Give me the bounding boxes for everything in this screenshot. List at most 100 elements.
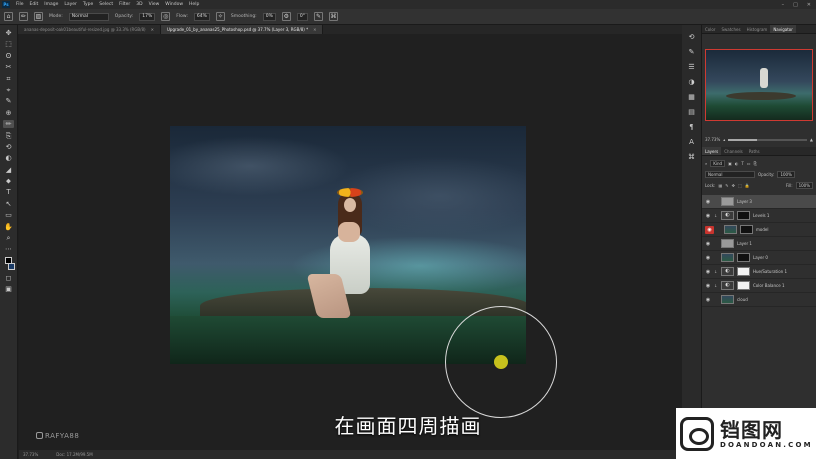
move-tool-icon[interactable]: ✥ xyxy=(3,29,14,37)
visibility-eye-icon[interactable]: ◉ xyxy=(705,255,711,261)
layer-thumbnail[interactable] xyxy=(721,253,734,262)
lock-all-icon[interactable]: 🔒 xyxy=(745,183,750,188)
layer-name[interactable]: Hue/Saturation 1 xyxy=(753,269,787,274)
foreground-color-swatch[interactable] xyxy=(5,256,12,264)
angle-field[interactable]: 0° xyxy=(296,12,308,21)
tab-swatches[interactable]: Swatches xyxy=(718,25,743,33)
close-tab-icon[interactable]: ✕ xyxy=(151,27,154,32)
layer-row[interactable]: ◉ cloud xyxy=(702,293,816,307)
visibility-eye-icon[interactable]: ◉ xyxy=(705,241,711,247)
layer-thumbnail[interactable]: ◐ xyxy=(721,267,734,276)
filter-shape-icon[interactable]: ▭ xyxy=(747,161,751,166)
layer-row[interactable]: ◉ model xyxy=(702,223,816,237)
type-tool-icon[interactable]: T xyxy=(3,188,14,196)
quick-mask-icon[interactable]: ◻ xyxy=(3,274,14,282)
tab-channels[interactable]: Channels xyxy=(721,147,746,155)
character-icon[interactable]: A xyxy=(687,138,696,147)
libraries-icon[interactable]: ▤ xyxy=(687,108,696,117)
styles-icon[interactable]: ▦ xyxy=(687,93,696,102)
minimize-icon[interactable]: – xyxy=(782,2,785,8)
menu-layer[interactable]: Layer xyxy=(61,2,80,7)
shape-tool-icon[interactable]: ▭ xyxy=(3,211,14,219)
airbrush-icon[interactable]: ✧ xyxy=(215,12,225,21)
lock-transparent-icon[interactable]: ▦ xyxy=(718,183,722,188)
tab-histogram[interactable]: Histogram xyxy=(744,25,771,33)
healing-tool-icon[interactable]: ⊕ xyxy=(3,109,14,117)
layer-thumbnail[interactable] xyxy=(721,295,734,304)
filter-smart-icon[interactable]: ⎘ xyxy=(754,161,757,166)
menu-3d[interactable]: 3D xyxy=(133,2,145,7)
glyph-icon[interactable]: ⌘ xyxy=(687,153,696,162)
layer-thumbnail[interactable] xyxy=(721,239,734,248)
layer-name[interactable]: Layer 1 xyxy=(737,241,752,246)
menu-image[interactable]: Image xyxy=(41,2,61,7)
layer-mask-thumbnail[interactable] xyxy=(737,211,750,220)
document-tab[interactable]: ananas-deposit-oak01beautiful-resized.jp… xyxy=(18,25,161,34)
layer-name[interactable]: Levels 1 xyxy=(753,213,769,218)
layer-row[interactable]: ◉ ↓ ◐ Color Balance 1 xyxy=(702,279,816,293)
close-icon[interactable]: ✕ xyxy=(807,2,811,8)
path-select-tool-icon[interactable]: ↖ xyxy=(3,200,14,208)
menu-filter[interactable]: Filter xyxy=(116,2,133,7)
layer-name[interactable]: cloud xyxy=(737,297,748,302)
eraser-tool-icon[interactable]: ◐ xyxy=(3,154,14,162)
layer-name[interactable]: Layer 3 xyxy=(737,199,752,204)
brush-settings-icon[interactable]: ▨ xyxy=(34,12,43,21)
brush-icon[interactable]: ✎ xyxy=(687,48,696,57)
layer-mask-thumbnail[interactable] xyxy=(737,267,750,276)
tab-paths[interactable]: Paths xyxy=(746,147,763,155)
layer-row[interactable]: ◉ ↓ ◐ Levels 1 xyxy=(702,209,816,223)
home-icon[interactable]: ⌂ xyxy=(4,12,13,21)
menu-window[interactable]: Window xyxy=(162,2,186,7)
fill-field[interactable]: 100% xyxy=(795,181,813,189)
layer-opacity-field[interactable]: 100% xyxy=(777,170,795,178)
clone-stamp-tool-icon[interactable]: ⎘ xyxy=(3,132,14,140)
visibility-eye-icon[interactable]: ◉ xyxy=(705,269,711,275)
navigator-preview[interactable] xyxy=(705,49,813,121)
visibility-eye-icon[interactable]: ◉ xyxy=(705,283,711,289)
menu-type[interactable]: Type xyxy=(80,2,96,7)
marquee-tool-icon[interactable]: ⬚ xyxy=(3,40,14,48)
pressure-opacity-icon[interactable]: ◎ xyxy=(161,12,171,21)
brush-preset-icon[interactable]: ✏ xyxy=(19,12,28,21)
adjust-icon[interactable]: ◑ xyxy=(687,78,696,87)
layer-row[interactable]: ◉ ↓ ◐ Hue/Saturation 1 xyxy=(702,265,816,279)
visibility-eye-icon[interactable]: ◉ xyxy=(705,199,711,205)
visibility-eye-icon[interactable]: ◉ xyxy=(705,297,711,303)
blend-mode-select[interactable]: Normal xyxy=(705,170,755,178)
gear-icon[interactable]: ⚙ xyxy=(281,12,291,21)
pressure-size-icon[interactable]: ✎ xyxy=(313,12,323,21)
filter-type-icon[interactable]: T xyxy=(741,161,743,166)
symmetry-icon[interactable]: ⌘ xyxy=(328,12,338,21)
status-zoom[interactable]: 37.73% xyxy=(23,452,38,457)
menu-help[interactable]: Help xyxy=(186,2,202,7)
zoom-in-icon[interactable]: ▲ xyxy=(810,137,813,142)
close-tab-icon[interactable]: ✕ xyxy=(313,27,316,32)
lock-position-icon[interactable]: ✥ xyxy=(732,183,735,188)
layer-thumbnail[interactable] xyxy=(721,197,734,206)
background-color-swatch[interactable] xyxy=(8,263,15,271)
layer-mask-thumbnail[interactable] xyxy=(737,253,750,262)
history-brush-tool-icon[interactable]: ⟲ xyxy=(3,143,14,151)
filter-search-icon[interactable]: ⌕ xyxy=(705,161,707,166)
brush-tool-icon[interactable]: ✏ xyxy=(3,120,14,129)
paragraph-icon[interactable]: ¶ xyxy=(687,123,696,132)
screen-mode-icon[interactable]: ▣ xyxy=(3,285,14,293)
properties-icon[interactable]: ☰ xyxy=(687,63,696,72)
smoothing-field[interactable]: 0% xyxy=(262,12,276,21)
navigator-zoom-value[interactable]: 37.73% xyxy=(705,137,720,142)
lock-image-icon[interactable]: ✎ xyxy=(725,183,728,188)
tab-layers[interactable]: Layers xyxy=(702,147,722,155)
layer-name[interactable]: Color Balance 1 xyxy=(753,283,784,288)
frame-tool-icon[interactable]: ⌖ xyxy=(3,86,14,94)
zoom-out-icon[interactable]: ▴ xyxy=(723,137,725,142)
document-tab-active[interactable]: Upgrade_01_by_ananas25_Photoshop.psd @ 3… xyxy=(160,25,324,34)
layer-mask-thumbnail[interactable] xyxy=(740,225,753,234)
filter-pixel-icon[interactable]: ▣ xyxy=(728,161,732,166)
layer-mask-thumbnail[interactable] xyxy=(737,281,750,290)
zoom-tool-icon[interactable]: ⌕ xyxy=(3,234,14,242)
opacity-field[interactable]: 17% xyxy=(139,12,156,21)
layer-row[interactable]: ◉ Layer 0 xyxy=(702,251,816,265)
lasso-tool-icon[interactable]: ʘ xyxy=(3,52,14,60)
layer-name[interactable]: model xyxy=(756,227,768,232)
